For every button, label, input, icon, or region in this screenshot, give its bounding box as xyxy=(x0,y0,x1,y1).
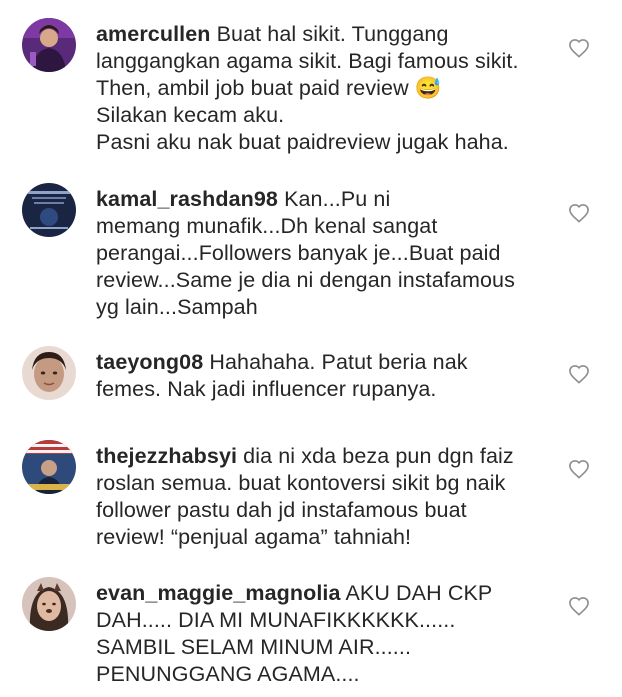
avatar[interactable] xyxy=(22,577,76,631)
heart-outline-icon[interactable] xyxy=(568,203,590,223)
comment-username[interactable]: amercullen xyxy=(96,22,211,46)
comment-text: taeyong08 Hahahaha. Patut beria nak feme… xyxy=(96,349,558,403)
heart-outline-icon[interactable] xyxy=(568,459,590,479)
avatar[interactable] xyxy=(22,346,76,400)
comment-text: thejezzhabsyi dia ni xda beza pun dgn fa… xyxy=(96,443,558,551)
avatar[interactable] xyxy=(22,440,76,494)
comment-username[interactable]: evan_maggie_magnolia xyxy=(96,581,341,605)
comment-text: evan_maggie_magnolia AKU DAH CKP DAH....… xyxy=(96,580,558,688)
avatar[interactable] xyxy=(22,18,76,72)
heart-outline-icon[interactable] xyxy=(568,596,590,616)
comment-username[interactable]: taeyong08 xyxy=(96,350,203,374)
comment-username[interactable]: kamal_rashdan98 xyxy=(96,187,278,211)
comment-text: amercullen Buat hal sikit. Tunggang lang… xyxy=(96,21,558,156)
avatar[interactable] xyxy=(22,183,76,237)
comment-username[interactable]: thejezzhabsyi xyxy=(96,444,237,468)
heart-outline-icon[interactable] xyxy=(568,38,590,58)
heart-outline-icon[interactable] xyxy=(568,364,590,384)
comment-text: kamal_rashdan98 Kan...Pu ni memang munaf… xyxy=(96,186,558,321)
